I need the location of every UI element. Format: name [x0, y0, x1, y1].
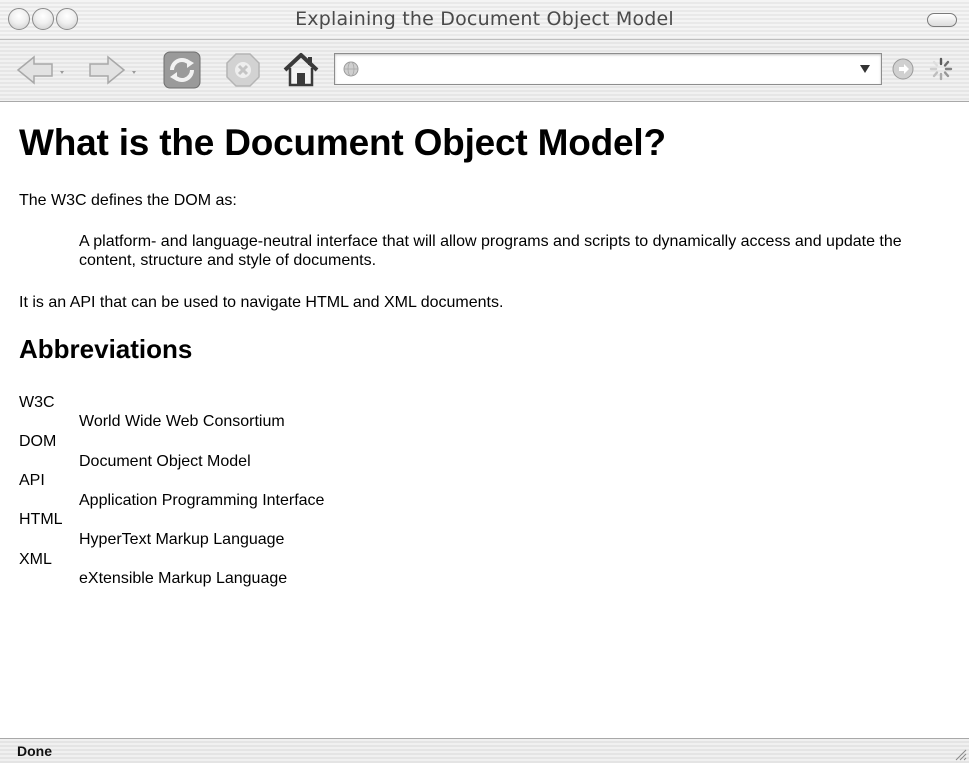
- page-content: What is the Document Object Model? The W…: [0, 102, 969, 738]
- abbr-term: DOM: [19, 433, 57, 450]
- stop-button[interactable]: [220, 48, 266, 92]
- home-icon: [283, 53, 319, 87]
- api-paragraph: It is an API that can be used to navigat…: [19, 294, 504, 311]
- abbr-definition: Document Object Model: [79, 453, 251, 470]
- resize-grip-icon[interactable]: [953, 747, 967, 761]
- abbr-term: HTML: [19, 511, 63, 528]
- browser-window: Explaining the Document Object Model Wha…: [0, 0, 969, 763]
- address-bar[interactable]: [334, 53, 882, 85]
- stop-icon: [226, 53, 260, 87]
- back-button[interactable]: [14, 48, 70, 92]
- reload-icon: [163, 51, 201, 89]
- navigation-toolbar: [0, 40, 969, 102]
- abbr-term: API: [19, 472, 45, 489]
- home-button[interactable]: [278, 48, 324, 92]
- forward-button[interactable]: [82, 48, 142, 92]
- dropdown-arrow-icon[interactable]: [859, 64, 871, 74]
- status-text: Done: [17, 743, 52, 759]
- status-bar: Done: [0, 738, 969, 763]
- toolbar-toggle-button[interactable]: [927, 13, 957, 27]
- address-input[interactable]: [365, 54, 835, 84]
- title-bar[interactable]: Explaining the Document Object Model: [0, 0, 969, 40]
- page-heading: What is the Document Object Model?: [19, 122, 666, 163]
- abbr-term: W3C: [19, 394, 55, 411]
- abbr-term: XML: [19, 551, 52, 568]
- dom-definition-quote: A platform- and language-neutral interfa…: [79, 233, 902, 269]
- reload-button[interactable]: [158, 48, 206, 92]
- abbr-definition: World Wide Web Consortium: [79, 413, 285, 430]
- abbr-definition: HyperText Markup Language: [79, 531, 285, 548]
- abbreviations-heading: Abbreviations: [19, 334, 193, 364]
- abbr-definition: eXtensible Markup Language: [79, 570, 288, 587]
- globe-icon: [343, 61, 359, 77]
- forward-arrow-icon: [89, 55, 136, 85]
- abbr-definition: Application Programming Interface: [79, 492, 325, 509]
- loading-throbber-icon: [929, 57, 953, 81]
- back-arrow-icon: [16, 55, 64, 85]
- go-icon[interactable]: [892, 58, 914, 80]
- intro-paragraph: The W3C defines the DOM as:: [19, 192, 237, 209]
- window-title: Explaining the Document Object Model: [295, 8, 674, 30]
